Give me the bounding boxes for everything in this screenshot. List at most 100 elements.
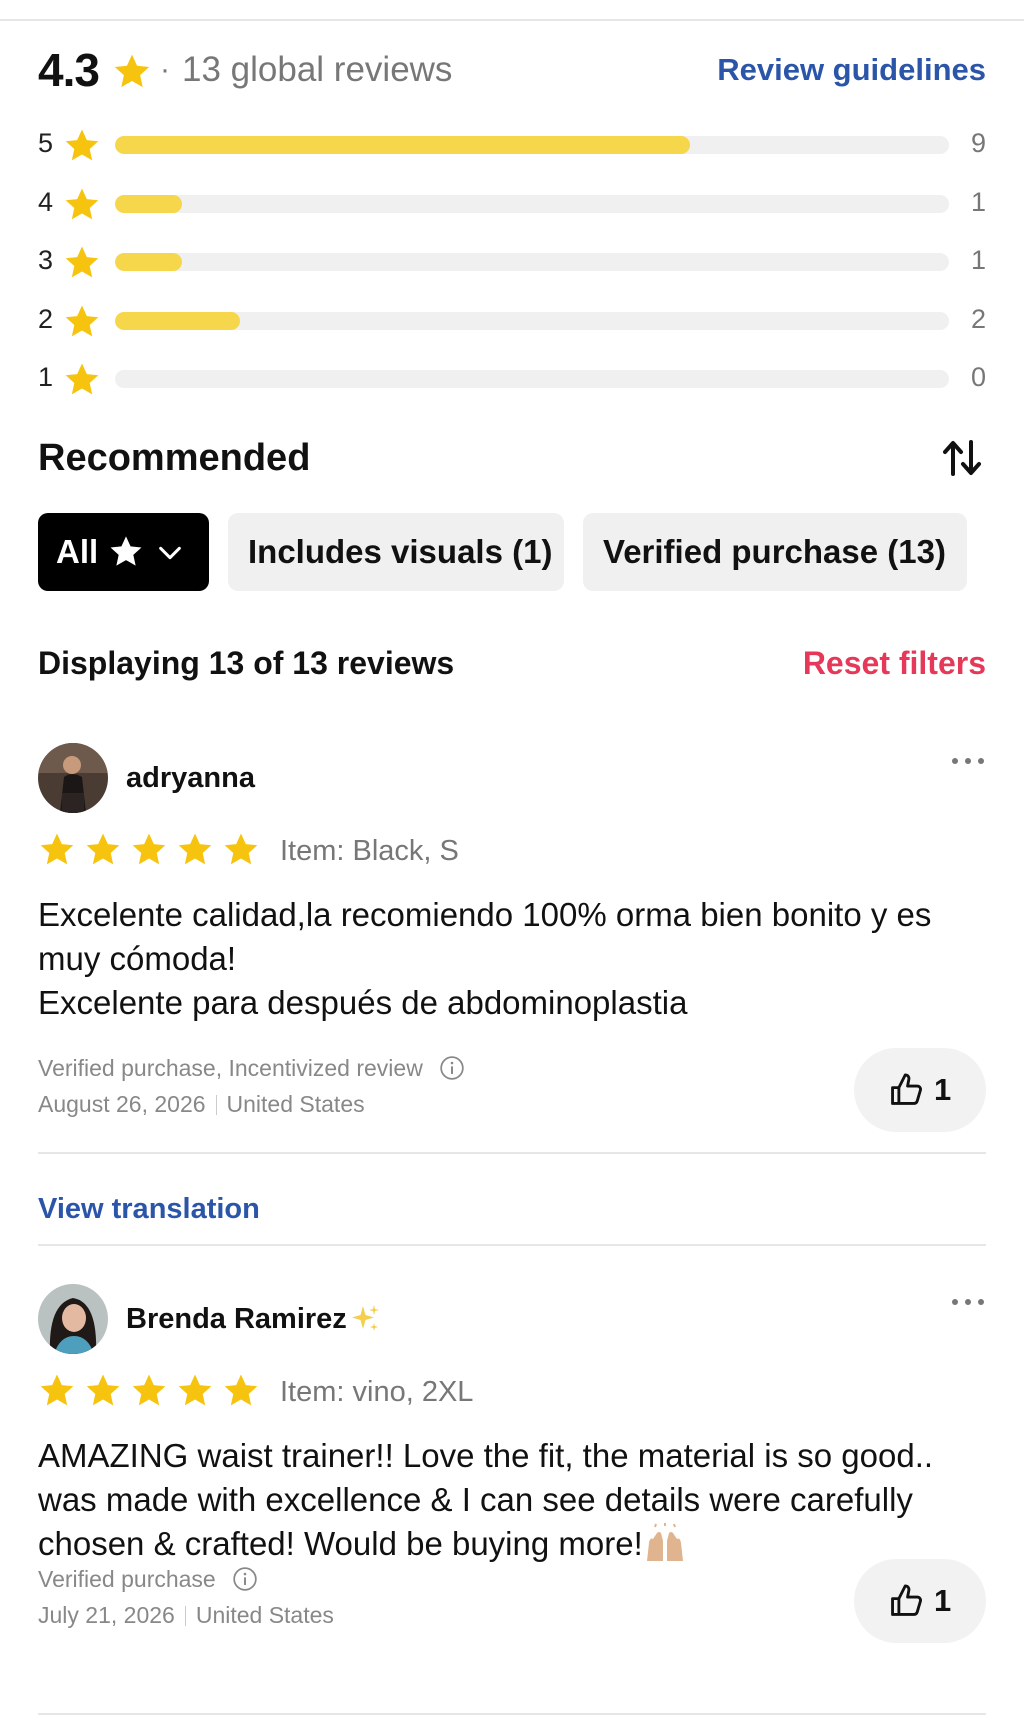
- review-rating: [38, 1372, 260, 1412]
- distribution-row-4[interactable]: 4 1: [38, 181, 986, 240]
- star-level-count: 0: [970, 362, 986, 392]
- star-level-label: 4: [38, 186, 54, 217]
- review-country: United States: [195, 1602, 334, 1628]
- review-text: Excelente calidad,la recomiendo 100% orm…: [38, 893, 986, 1025]
- results-count: Displaying 13 of 13 reviews: [38, 645, 455, 681]
- review-card: adryanna Item: Black, S Excelente calida…: [38, 743, 986, 1225]
- reviewer-name[interactable]: Brenda Ramirez: [126, 1301, 381, 1337]
- distribution-bar-fill: [115, 136, 691, 154]
- star-icon: [63, 127, 101, 165]
- distribution-bar: [115, 136, 949, 154]
- star-icon: [130, 1372, 168, 1410]
- filter-all-label: All: [56, 533, 99, 570]
- review-guidelines-link[interactable]: Review guidelines: [717, 44, 986, 96]
- view-translation-link[interactable]: View translation: [38, 1191, 260, 1227]
- distribution-bar-fill: [115, 194, 182, 213]
- helpful-button[interactable]: 1: [854, 1559, 986, 1643]
- thumbs-up-icon: [887, 1071, 925, 1109]
- avatar[interactable]: [38, 1284, 108, 1354]
- thumbs-up-icon: [887, 1582, 925, 1620]
- divider: [38, 1152, 986, 1154]
- distribution-row-3[interactable]: 3 1: [38, 239, 986, 298]
- review-date: July 21, 2026: [38, 1602, 175, 1628]
- total-reviews: 13 global reviews: [182, 50, 453, 89]
- info-icon[interactable]: [232, 1566, 258, 1592]
- star-level-count: 1: [970, 186, 986, 217]
- raising-hands-emoji-icon: [646, 1523, 683, 1561]
- star-icon: [38, 1372, 76, 1410]
- star-level-count: 9: [970, 128, 986, 158]
- star-level-count: 2: [970, 303, 986, 334]
- reviewer-name[interactable]: adryanna: [126, 760, 255, 796]
- distribution-bar: [115, 311, 949, 330]
- review-divider: [38, 1244, 986, 1246]
- section-title: Recommended: [38, 437, 311, 479]
- more-options-icon[interactable]: [950, 751, 986, 771]
- review-badges: Verified purchase: [38, 1562, 258, 1596]
- star-icon: [63, 303, 101, 341]
- top-divider: [0, 19, 1024, 21]
- review-text-line: Excelente para después de abdominoplasti…: [38, 984, 688, 1021]
- star-icon: [176, 1372, 214, 1410]
- review-text: AMAZING waist trainer!! Love the fit, th…: [38, 1434, 986, 1566]
- distribution-bar: [115, 194, 949, 213]
- filter-verified-purchase[interactable]: Verified purchase (13): [583, 513, 967, 591]
- review-card: Brenda Ramirez Item: vino, 2XL AMAZING w…: [38, 1284, 986, 1715]
- divider: [38, 1713, 986, 1715]
- distribution-bar-fill: [115, 311, 241, 330]
- star-icon: [63, 361, 101, 399]
- distribution-row-5[interactable]: 5 9: [38, 122, 986, 181]
- star-icon: [222, 831, 260, 869]
- separator-dot: ·: [160, 53, 170, 86]
- badges-text: Verified purchase: [38, 1566, 216, 1592]
- review-rating: [38, 831, 260, 871]
- filter-all-dropdown[interactable]: All: [38, 513, 209, 591]
- meta-separator: [184, 1606, 186, 1626]
- rating-summary: 4.3 · 13 global reviews Review guideline…: [38, 44, 986, 96]
- review-country: United States: [226, 1091, 365, 1117]
- star-icon: [112, 52, 152, 92]
- helpful-count: 1: [934, 1072, 952, 1107]
- info-icon[interactable]: [439, 1055, 465, 1081]
- helpful-count: 1: [934, 1583, 952, 1618]
- review-badges: Verified purchase, Incentivized review: [38, 1051, 465, 1085]
- star-level-label: 2: [38, 303, 54, 334]
- star-icon: [130, 831, 168, 869]
- distribution-row-2[interactable]: 2 2: [38, 298, 986, 357]
- helpful-button[interactable]: 1: [854, 1048, 986, 1132]
- avatar[interactable]: [38, 743, 108, 813]
- meta-separator: [215, 1095, 217, 1115]
- distribution-row-1[interactable]: 1 0: [38, 356, 986, 415]
- star-icon: [222, 1372, 260, 1410]
- star-icon: [63, 186, 101, 224]
- star-level-count: 1: [970, 245, 986, 275]
- review-date: August 26, 2026: [38, 1091, 206, 1117]
- distribution-bar: [115, 370, 949, 388]
- reset-filters-link[interactable]: Reset filters: [803, 643, 986, 683]
- star-level-label: 1: [38, 362, 54, 392]
- star-icon: [176, 831, 214, 869]
- item-variant: Item: Black, S: [280, 835, 459, 867]
- review-text-line: Excelente calidad,la recomiendo 100% orm…: [38, 896, 932, 977]
- sort-arrows-icon[interactable]: [940, 436, 984, 480]
- sparkles-icon: [351, 1305, 379, 1331]
- distribution-bar: [115, 253, 949, 271]
- star-icon: [38, 831, 76, 869]
- star-level-label: 3: [38, 245, 54, 275]
- star-icon: [84, 1372, 122, 1410]
- star-icon: [84, 831, 122, 869]
- more-options-icon[interactable]: [950, 1292, 986, 1312]
- review-text-line: AMAZING waist trainer!! Love the fit, th…: [38, 1437, 934, 1562]
- distribution-bar-fill: [115, 253, 182, 271]
- average-rating: 4.3: [38, 44, 100, 96]
- badges-text: Verified purchase, Incentivized review: [38, 1055, 423, 1081]
- star-icon: [63, 244, 101, 282]
- rating-distribution: 5 9 4 1 3 1 2 2 1 0: [38, 122, 986, 415]
- star-icon: [110, 536, 142, 566]
- review-meta: July 21, 2026 United States: [38, 1598, 334, 1632]
- reviewer-name-text: Brenda Ramirez: [126, 1303, 347, 1335]
- filter-includes-visuals[interactable]: Includes visuals (1): [228, 513, 564, 591]
- review-meta: August 26, 2026 United States: [38, 1087, 365, 1121]
- item-variant: Item: vino, 2XL: [280, 1376, 474, 1408]
- star-level-label: 5: [38, 128, 54, 158]
